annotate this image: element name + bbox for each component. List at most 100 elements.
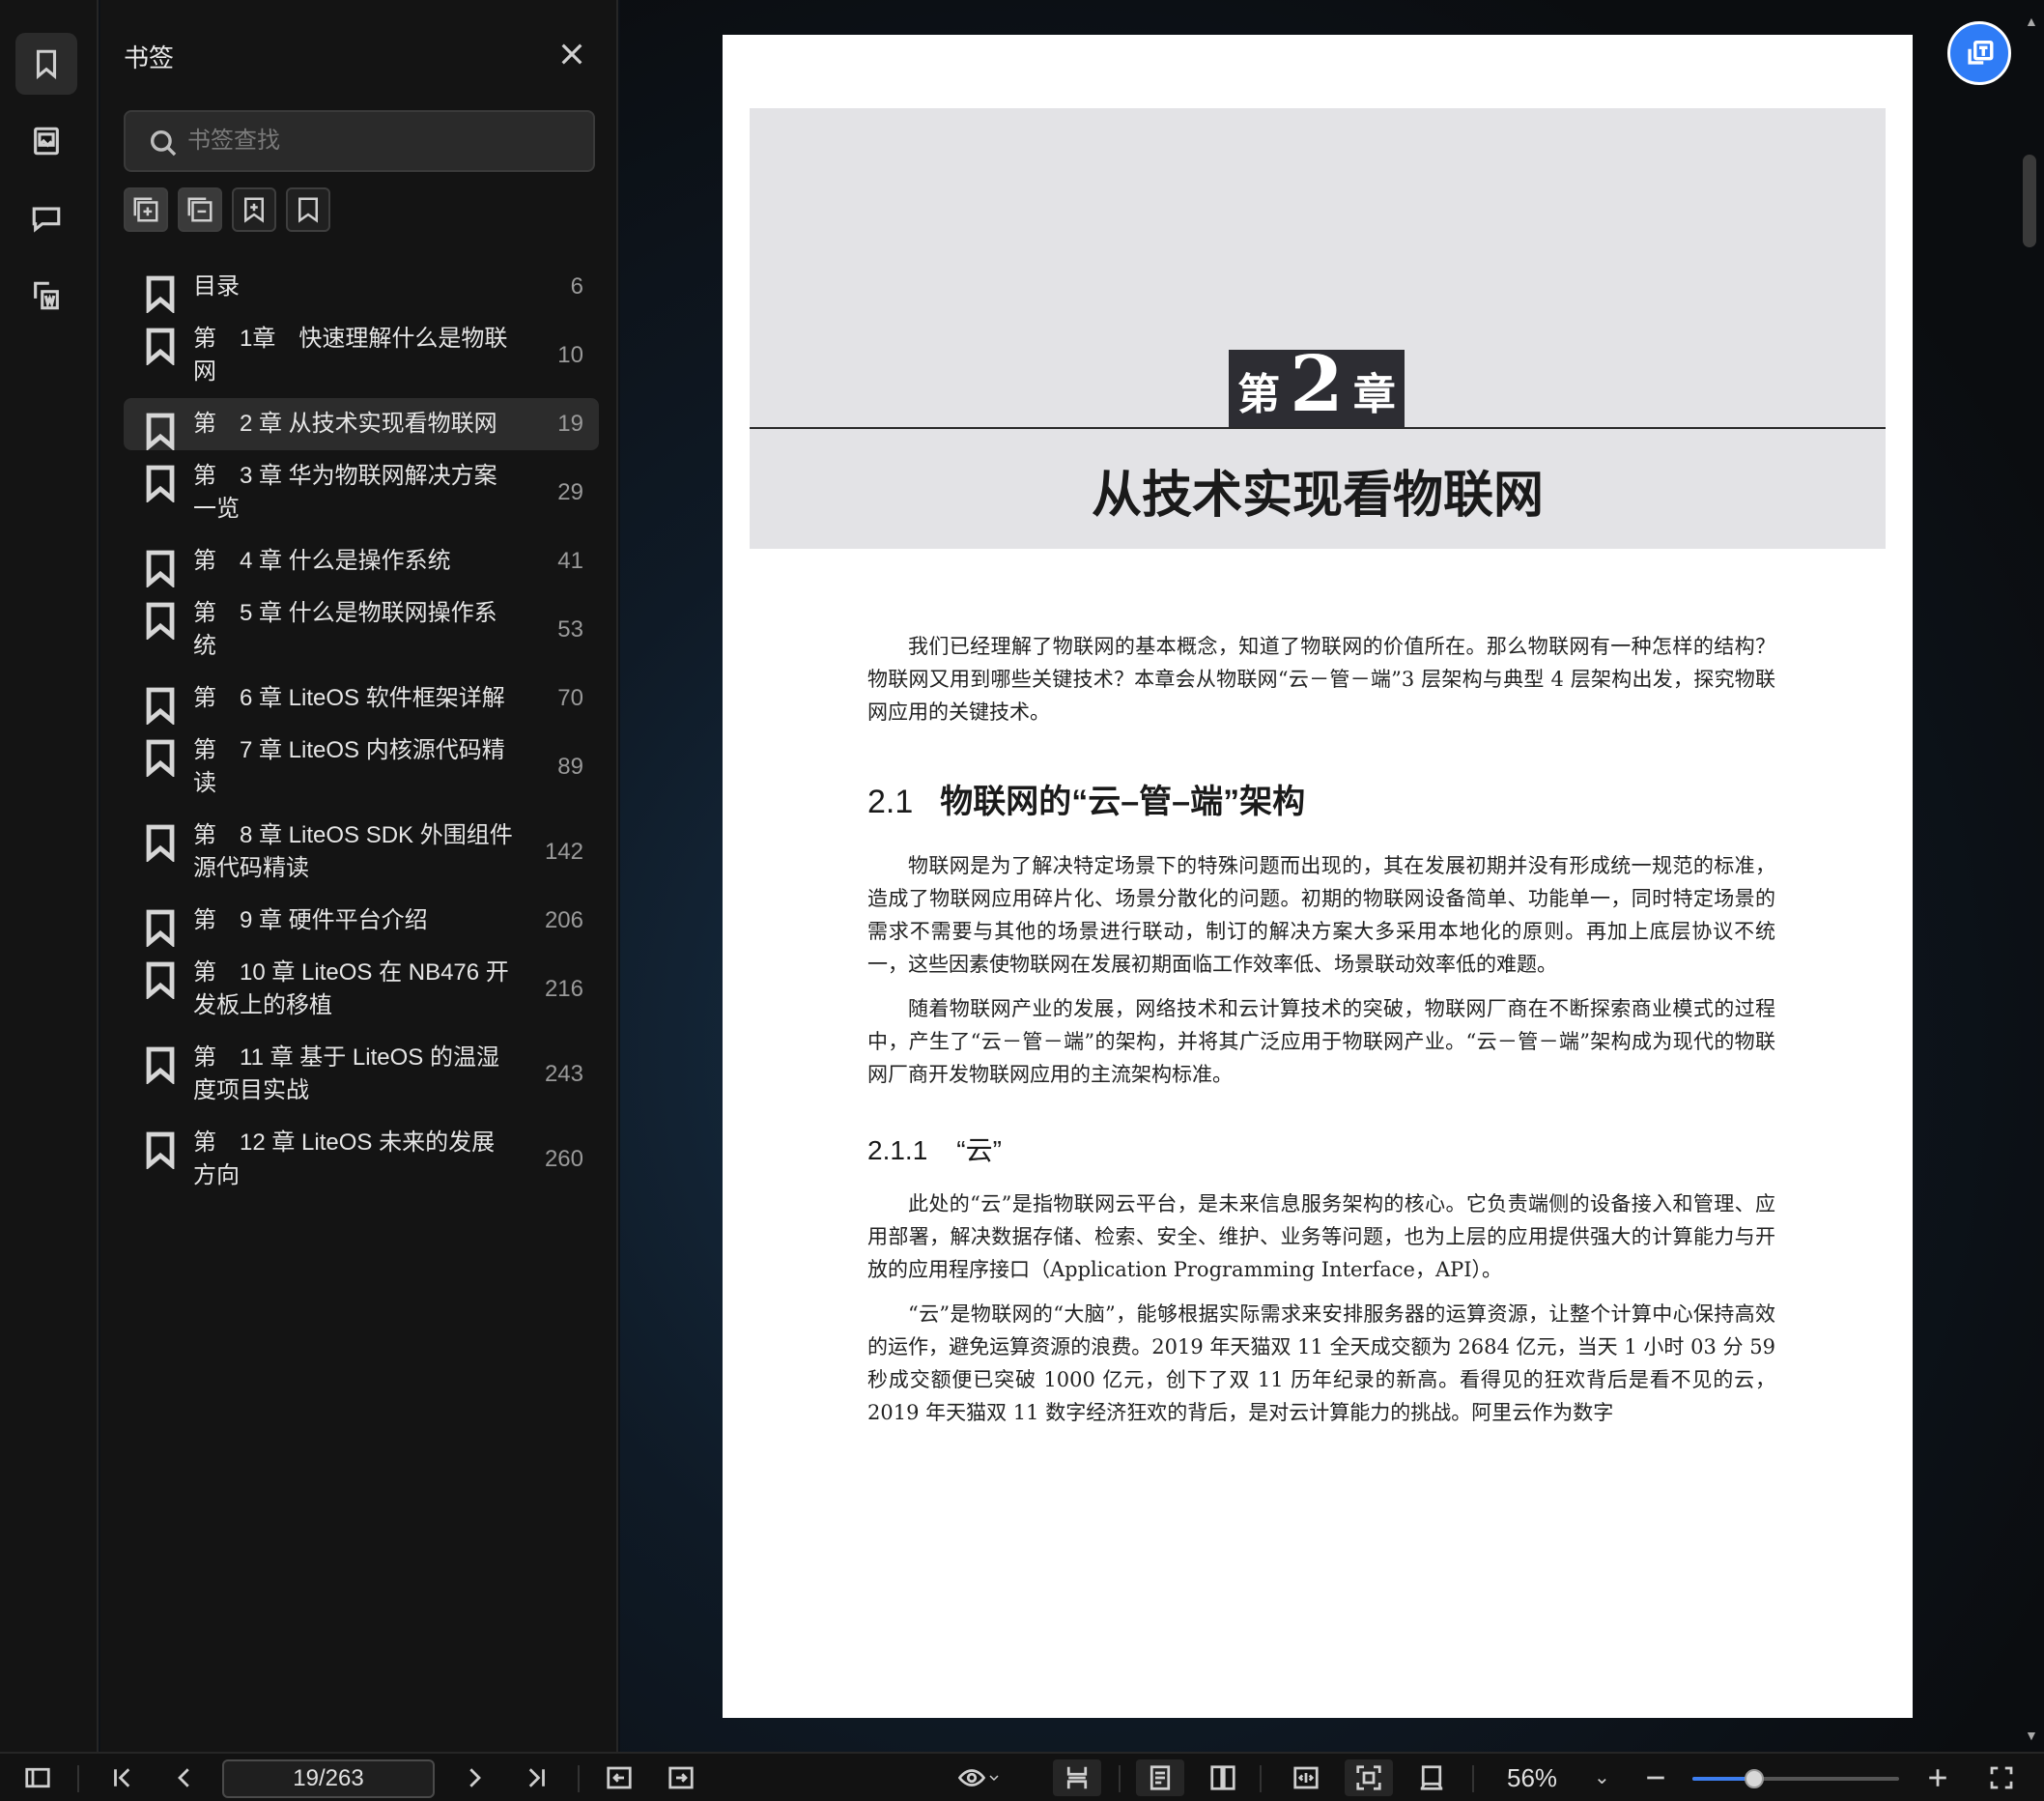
bookmark-item[interactable]: 第 5 章 什么是物联网操作系统 53 [124,587,599,672]
image-icon [34,127,59,156]
bookmark-search [124,110,595,172]
bookmark-icon [145,823,176,864]
next-page-button[interactable] [456,1759,493,1796]
bookmark-icon [145,464,176,504]
bookmark-item[interactable]: 第 4 章 什么是操作系统 41 [124,535,599,589]
single-page-button[interactable] [1136,1759,1184,1796]
bookmark-page-number: 243 [544,1061,583,1087]
expand-all-button[interactable] [124,187,168,232]
vertical-scrollbar-thumb[interactable] [2023,155,2036,247]
bookmark-item[interactable]: 第 2 章 从技术实现看物联网 19 [124,398,599,452]
two-page-icon [1210,1765,1235,1790]
collapse-all-button[interactable] [178,187,222,232]
left-icon-rail [0,0,99,1752]
document-viewer[interactable]: 第 2 章 从技术实现看物联网 我们已经理解了物联网的基本概念，知道了物联网的价… [620,0,2044,1752]
toolbar-separator [1260,1765,1262,1792]
view-mode-dropdown[interactable] [951,1759,1008,1796]
fit-width-button[interactable] [1287,1759,1325,1796]
zoom-dropdown-arrow[interactable]: ⌄ [1594,1765,1610,1789]
bookmark-label: 第 8 章 LiteOS SDK 外围组件源代码精读 [193,822,513,881]
bookmark-item[interactable]: 第 6 章 LiteOS 软件框架详解 70 [124,672,599,727]
bookmark-item[interactable]: 第 12 章 LiteOS 未来的发展方向 260 [124,1117,599,1202]
bookmark-item[interactable]: 第 3 章 华为物联网解决方案一览 29 [124,450,599,535]
page-content: 我们已经理解了物联网的基本概念，知道了物联网的价值所在。那么物联网有一种怎样的结… [867,630,1775,1441]
two-page-button[interactable] [1204,1759,1242,1796]
bookmark-add-icon [244,197,264,223]
comments-panel-button[interactable] [15,187,77,249]
bookmark-icon [298,197,318,223]
scroll-down-arrow[interactable]: ▼ [2025,1728,2038,1743]
bookmark-item[interactable]: 第 11 章 基于 LiteOS 的温湿度项目实战 243 [124,1032,599,1117]
subsection-number: 2.1.1 [867,1135,928,1165]
continuous-scroll-button[interactable] [1053,1759,1101,1796]
bookmark-page-number: 41 [557,548,583,574]
subsection-heading: 2.1.1 “云” [867,1129,1775,1168]
navigate-forward-button[interactable] [663,1759,699,1796]
bookmark-item[interactable]: 第 1章 快速理解什么是物联网 10 [124,313,599,398]
zoom-slider[interactable] [1692,1769,1899,1788]
previous-page-button[interactable] [166,1759,203,1796]
first-page-button[interactable] [104,1759,141,1796]
bookmark-search-input[interactable] [187,128,574,155]
bookmark-page-number: 6 [570,273,583,300]
rotate-page-icon [1420,1765,1443,1790]
bookmark-tools [124,187,330,232]
fullscreen-button[interactable] [1982,1759,2021,1796]
bookmark-icon [145,960,176,1001]
section-heading: 2.1 物联网的“云–管–端”架构 [867,775,1775,822]
export-word-icon [34,281,59,310]
page-number-input[interactable]: 19/263 [222,1759,435,1798]
bookmark-list: 目录 6 第 1章 快速理解什么是物联网 10 第 2 章 从技术实现看物联网 … [124,261,599,1202]
bookmark-icon [145,412,176,452]
subsection-paragraph-1: 此处的“云”是指物联网云平台，是未来信息服务架构的核心。它负责端侧的设备接入和管… [867,1192,1775,1281]
export-panel-button[interactable] [15,265,77,327]
bookmark-icon [145,1130,176,1171]
bookmark-label: 第 5 章 什么是物联网操作系统 [193,600,497,659]
floating-translate-button[interactable] [1947,21,2011,85]
bookmark-label: 第 12 章 LiteOS 未来的发展方向 [193,1129,496,1188]
zoom-level[interactable]: 56% [1507,1763,1557,1793]
bottom-toolbar: 19/263 56% ⌄ [0,1752,2044,1801]
close-icon [561,43,582,65]
minus-icon [1647,1776,1664,1780]
bookmarks-panel-button[interactable] [15,33,77,95]
navigate-back-button[interactable] [601,1759,638,1796]
toggle-sidebar-button[interactable] [19,1759,56,1796]
zoom-slider-handle[interactable] [1745,1769,1765,1788]
translate-icon [1968,40,1994,65]
zoom-in-button[interactable] [1918,1759,1957,1796]
rotate-button[interactable] [1412,1759,1451,1796]
toolbar-separator [1472,1765,1474,1792]
close-panel-button[interactable] [556,39,587,70]
bookmark-page-number: 29 [557,479,583,505]
thumbnails-panel-button[interactable] [15,110,77,172]
chapter-prefix: 第 [1237,370,1281,419]
chapter-banner: 第 2 章 从技术实现看物联网 [750,108,1886,549]
bookmark-item[interactable]: 目录 6 [124,261,599,315]
scroll-up-arrow[interactable]: ▲ [2025,14,2038,29]
last-page-icon [528,1768,545,1787]
fit-page-icon [1356,1765,1381,1790]
bookmark-button[interactable] [286,187,330,232]
panel-title: 书签 [124,43,175,72]
zoom-out-button[interactable] [1636,1759,1675,1796]
chevron-down-icon [989,1775,999,1782]
bookmark-item[interactable]: 第 8 章 LiteOS SDK 外围组件源代码精读 142 [124,810,599,895]
sidebar-icon [25,1767,50,1788]
bookmark-label: 第 7 章 LiteOS 内核源代码精读 [193,737,505,796]
bookmark-item[interactable]: 第 9 章 硬件平台介绍 206 [124,895,599,949]
bookmark-icon [145,1045,176,1086]
bookmark-item[interactable]: 第 7 章 LiteOS 内核源代码精读 89 [124,725,599,810]
bookmark-item[interactable]: 第 10 章 LiteOS 在 NB476 开发板上的移植 216 [124,947,599,1032]
bookmark-icon [145,549,176,589]
chapter-suffix: 章 [1352,370,1396,419]
expand-all-icon [133,197,158,222]
add-bookmark-button[interactable] [232,187,276,232]
search-icon [147,127,180,159]
fit-page-button[interactable] [1345,1759,1393,1796]
chevron-left-icon [178,1768,189,1787]
bookmark-page-number: 260 [544,1146,583,1172]
chapter-number: 2 [1290,338,1344,429]
chevron-right-icon [469,1768,481,1787]
last-page-button[interactable] [518,1759,554,1796]
